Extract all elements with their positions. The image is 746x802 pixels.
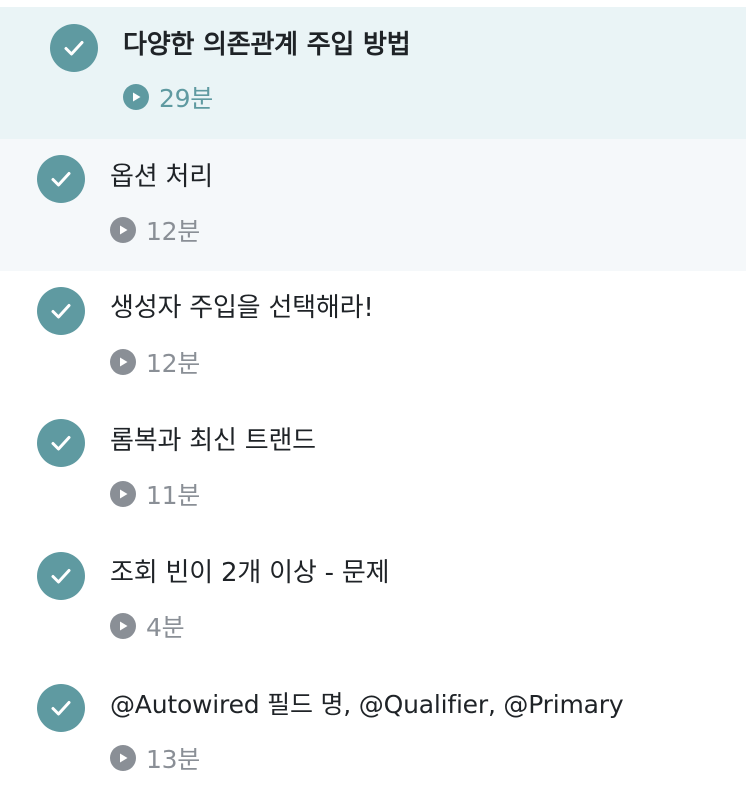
duration-text: 13분 bbox=[146, 745, 200, 774]
lecture-item-active[interactable]: 다양한 의존관계 주입 방법 29분 bbox=[0, 7, 746, 139]
lecture-title: 다양한 의존관계 주입 방법 bbox=[123, 30, 411, 60]
duration-text: 12분 bbox=[146, 349, 200, 378]
play-circle-icon bbox=[110, 349, 136, 375]
lecture-item[interactable]: 옵션 처리 12분 bbox=[0, 139, 746, 271]
lecture-duration: 11분 bbox=[110, 478, 200, 510]
check-circle-icon bbox=[37, 419, 85, 467]
duration-text: 29분 bbox=[159, 84, 213, 113]
lecture-title: 롬복과 최신 트랜드 bbox=[110, 426, 316, 456]
play-circle-icon bbox=[110, 481, 136, 507]
lecture-title: 조회 빈이 2개 이상 - 문제 bbox=[110, 558, 390, 588]
duration-text: 4분 bbox=[146, 613, 185, 642]
play-circle-icon bbox=[110, 745, 136, 771]
play-circle-icon bbox=[123, 84, 149, 110]
check-circle-icon bbox=[37, 287, 85, 335]
play-circle-icon bbox=[110, 613, 136, 639]
duration-text: 12분 bbox=[146, 217, 200, 246]
lecture-item[interactable]: 롬복과 최신 트랜드 11분 bbox=[0, 403, 746, 535]
check-circle-icon bbox=[50, 24, 98, 72]
lecture-duration: 12분 bbox=[110, 214, 200, 246]
lecture-duration: 4분 bbox=[110, 610, 185, 642]
lecture-duration: 13분 bbox=[110, 742, 200, 774]
lecture-duration: 12분 bbox=[110, 346, 200, 378]
play-circle-icon bbox=[110, 217, 136, 243]
check-circle-icon bbox=[37, 684, 85, 732]
lecture-title: @Autowired 필드 명, @Qualifier, @Primary bbox=[110, 690, 624, 719]
lecture-title: 생성자 주입을 선택해라! bbox=[110, 293, 374, 323]
duration-text: 11분 bbox=[146, 481, 200, 510]
check-circle-icon bbox=[37, 552, 85, 600]
lecture-duration: 29분 bbox=[123, 81, 213, 113]
lecture-item[interactable]: 생성자 주입을 선택해라! 12분 bbox=[0, 271, 746, 403]
lecture-item[interactable]: @Autowired 필드 명, @Qualifier, @Primary 13… bbox=[0, 667, 746, 799]
lecture-item[interactable]: 조회 빈이 2개 이상 - 문제 4분 bbox=[0, 535, 746, 667]
check-circle-icon bbox=[37, 155, 85, 203]
lecture-title: 옵션 처리 bbox=[110, 162, 213, 192]
lecture-list: 다양한 의존관계 주입 방법 29분 옵션 처리 12분 생성자 주입을 선택해… bbox=[0, 0, 746, 802]
